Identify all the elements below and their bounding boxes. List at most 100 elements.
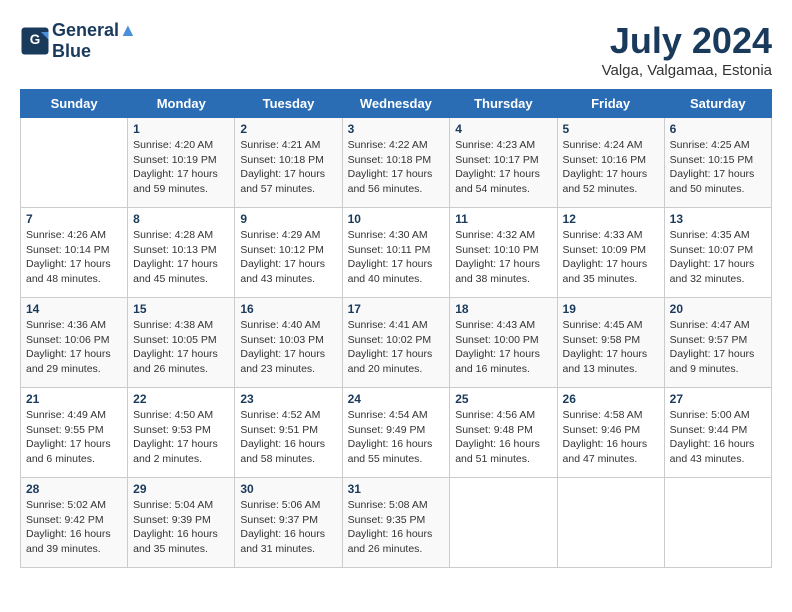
calendar-table: SundayMondayTuesdayWednesdayThursdayFrid… bbox=[20, 89, 772, 568]
day-number: 26 bbox=[563, 392, 659, 406]
calendar-cell: 17 Sunrise: 4:41 AMSunset: 10:02 PMDaylig… bbox=[342, 298, 450, 388]
day-number: 19 bbox=[563, 302, 659, 316]
logo-text: General▲ Blue bbox=[52, 20, 137, 62]
day-number: 17 bbox=[348, 302, 445, 316]
day-number: 13 bbox=[670, 212, 766, 226]
day-number: 5 bbox=[563, 122, 659, 136]
calendar-cell: 11 Sunrise: 4:32 AMSunset: 10:10 PMDaylig… bbox=[450, 208, 557, 298]
calendar-cell: 6 Sunrise: 4:25 AMSunset: 10:15 PMDayligh… bbox=[664, 118, 771, 208]
calendar-cell: 20Sunrise: 4:47 AMSunset: 9:57 PMDayligh… bbox=[664, 298, 771, 388]
page-header: G General▲ Blue July 2024 Valga, Valgama… bbox=[20, 20, 772, 79]
day-number: 21 bbox=[26, 392, 122, 406]
calendar-cell: 7Sunrise: 4:26 AMSunset: 10:14 PMDayligh… bbox=[21, 208, 128, 298]
day-number: 16 bbox=[240, 302, 336, 316]
day-header-saturday: Saturday bbox=[664, 90, 771, 118]
day-header-thursday: Thursday bbox=[450, 90, 557, 118]
day-number: 10 bbox=[348, 212, 445, 226]
day-info: Sunrise: 4:36 AMSunset: 10:06 PMDaylight… bbox=[26, 318, 122, 377]
calendar-cell: 18 Sunrise: 4:43 AMSunset: 10:00 PMDaylig… bbox=[450, 298, 557, 388]
calendar-cell: 9 Sunrise: 4:29 AMSunset: 10:12 PMDayligh… bbox=[235, 208, 342, 298]
calendar-cell bbox=[664, 478, 771, 568]
day-info: Sunrise: 5:04 AMSunset: 9:39 PMDaylight:… bbox=[133, 498, 229, 557]
day-info: Sunrise: 4:23 AMSunset: 10:17 PMDaylight… bbox=[455, 138, 551, 197]
day-info: Sunrise: 4:50 AMSunset: 9:53 PMDaylight:… bbox=[133, 408, 229, 467]
day-info: Sunrise: 4:49 AMSunset: 9:55 PMDaylight:… bbox=[26, 408, 122, 467]
day-number: 1 bbox=[133, 122, 229, 136]
month-title: July 2024 bbox=[602, 20, 772, 62]
day-number: 14 bbox=[26, 302, 122, 316]
calendar-week-row: 28 Sunrise: 5:02 AMSunset: 9:42 PMDayligh… bbox=[21, 478, 772, 568]
calendar-cell: 5 Sunrise: 4:24 AMSunset: 10:16 PMDayligh… bbox=[557, 118, 664, 208]
calendar-cell: 25 Sunrise: 4:56 AMSunset: 9:48 PMDayligh… bbox=[450, 388, 557, 478]
calendar-cell: 28 Sunrise: 5:02 AMSunset: 9:42 PMDayligh… bbox=[21, 478, 128, 568]
calendar-cell: 21 Sunrise: 4:49 AMSunset: 9:55 PMDayligh… bbox=[21, 388, 128, 478]
day-info: Sunrise: 4:22 AMSunset: 10:18 PMDaylight… bbox=[348, 138, 445, 197]
day-header-tuesday: Tuesday bbox=[235, 90, 342, 118]
svg-text:G: G bbox=[30, 32, 41, 47]
day-number: 30 bbox=[240, 482, 336, 496]
day-info: Sunrise: 4:32 AMSunset: 10:10 PMDaylight… bbox=[455, 228, 551, 287]
calendar-week-row: 14 Sunrise: 4:36 AMSunset: 10:06 PMDaylig… bbox=[21, 298, 772, 388]
calendar-cell: 19Sunrise: 4:45 AMSunset: 9:58 PMDayligh… bbox=[557, 298, 664, 388]
day-number: 22 bbox=[133, 392, 229, 406]
day-number: 11 bbox=[455, 212, 551, 226]
calendar-cell: 1 Sunrise: 4:20 AMSunset: 10:19 PMDayligh… bbox=[128, 118, 235, 208]
day-header-sunday: Sunday bbox=[21, 90, 128, 118]
day-info: Sunrise: 5:06 AMSunset: 9:37 PMDaylight:… bbox=[240, 498, 336, 557]
day-info: Sunrise: 4:29 AMSunset: 10:12 PMDaylight… bbox=[240, 228, 336, 287]
day-number: 6 bbox=[670, 122, 766, 136]
day-number: 3 bbox=[348, 122, 445, 136]
calendar-cell: 16 Sunrise: 4:40 AMSunset: 10:03 PMDaylig… bbox=[235, 298, 342, 388]
day-number: 2 bbox=[240, 122, 336, 136]
day-info: Sunrise: 4:24 AMSunset: 10:16 PMDaylight… bbox=[563, 138, 659, 197]
calendar-cell: 26Sunrise: 4:58 AMSunset: 9:46 PMDayligh… bbox=[557, 388, 664, 478]
day-info: Sunrise: 4:30 AMSunset: 10:11 PMDaylight… bbox=[348, 228, 445, 287]
day-info: Sunrise: 4:28 AMSunset: 10:13 PMDaylight… bbox=[133, 228, 229, 287]
day-info: Sunrise: 4:25 AMSunset: 10:15 PMDaylight… bbox=[670, 138, 766, 197]
calendar-cell: 27 Sunrise: 5:00 AMSunset: 9:44 PMDayligh… bbox=[664, 388, 771, 478]
day-info: Sunrise: 4:43 AMSunset: 10:00 PMDaylight… bbox=[455, 318, 551, 377]
calendar-week-row: 7Sunrise: 4:26 AMSunset: 10:14 PMDayligh… bbox=[21, 208, 772, 298]
day-info: Sunrise: 5:02 AMSunset: 9:42 PMDaylight:… bbox=[26, 498, 122, 557]
day-info: Sunrise: 4:54 AMSunset: 9:49 PMDaylight:… bbox=[348, 408, 445, 467]
calendar-cell: 22 Sunrise: 4:50 AMSunset: 9:53 PMDayligh… bbox=[128, 388, 235, 478]
day-info: Sunrise: 4:38 AMSunset: 10:05 PMDaylight… bbox=[133, 318, 229, 377]
day-number: 15 bbox=[133, 302, 229, 316]
calendar-cell: 13 Sunrise: 4:35 AMSunset: 10:07 PMDaylig… bbox=[664, 208, 771, 298]
day-info: Sunrise: 5:08 AMSunset: 9:35 PMDaylight:… bbox=[348, 498, 445, 557]
calendar-cell bbox=[21, 118, 128, 208]
calendar-cell bbox=[557, 478, 664, 568]
day-number: 31 bbox=[348, 482, 445, 496]
day-info: Sunrise: 4:52 AMSunset: 9:51 PMDaylight:… bbox=[240, 408, 336, 467]
day-number: 25 bbox=[455, 392, 551, 406]
calendar-cell: 3 Sunrise: 4:22 AMSunset: 10:18 PMDayligh… bbox=[342, 118, 450, 208]
day-number: 20 bbox=[670, 302, 766, 316]
day-info: Sunrise: 4:40 AMSunset: 10:03 PMDaylight… bbox=[240, 318, 336, 377]
logo-icon: G bbox=[20, 26, 50, 56]
calendar-cell: 10 Sunrise: 4:30 AMSunset: 10:11 PMDaylig… bbox=[342, 208, 450, 298]
day-number: 8 bbox=[133, 212, 229, 226]
day-number: 28 bbox=[26, 482, 122, 496]
day-info: Sunrise: 4:26 AMSunset: 10:14 PMDaylight… bbox=[26, 228, 122, 287]
calendar-cell bbox=[450, 478, 557, 568]
day-info: Sunrise: 4:20 AMSunset: 10:19 PMDaylight… bbox=[133, 138, 229, 197]
calendar-cell: 31 Sunrise: 5:08 AMSunset: 9:35 PMDayligh… bbox=[342, 478, 450, 568]
calendar-cell: 14 Sunrise: 4:36 AMSunset: 10:06 PMDaylig… bbox=[21, 298, 128, 388]
day-header-friday: Friday bbox=[557, 90, 664, 118]
day-number: 18 bbox=[455, 302, 551, 316]
calendar-cell: 29 Sunrise: 5:04 AMSunset: 9:39 PMDayligh… bbox=[128, 478, 235, 568]
day-header-monday: Monday bbox=[128, 90, 235, 118]
day-info: Sunrise: 4:35 AMSunset: 10:07 PMDaylight… bbox=[670, 228, 766, 287]
day-info: Sunrise: 4:21 AMSunset: 10:18 PMDaylight… bbox=[240, 138, 336, 197]
day-info: Sunrise: 4:41 AMSunset: 10:02 PMDaylight… bbox=[348, 318, 445, 377]
day-number: 9 bbox=[240, 212, 336, 226]
calendar-header-row: SundayMondayTuesdayWednesdayThursdayFrid… bbox=[21, 90, 772, 118]
day-info: Sunrise: 4:56 AMSunset: 9:48 PMDaylight:… bbox=[455, 408, 551, 467]
day-info: Sunrise: 5:00 AMSunset: 9:44 PMDaylight:… bbox=[670, 408, 766, 467]
day-number: 12 bbox=[563, 212, 659, 226]
day-number: 29 bbox=[133, 482, 229, 496]
day-number: 27 bbox=[670, 392, 766, 406]
day-info: Sunrise: 4:33 AMSunset: 10:09 PMDaylight… bbox=[563, 228, 659, 287]
calendar-cell: 2 Sunrise: 4:21 AMSunset: 10:18 PMDayligh… bbox=[235, 118, 342, 208]
day-number: 4 bbox=[455, 122, 551, 136]
